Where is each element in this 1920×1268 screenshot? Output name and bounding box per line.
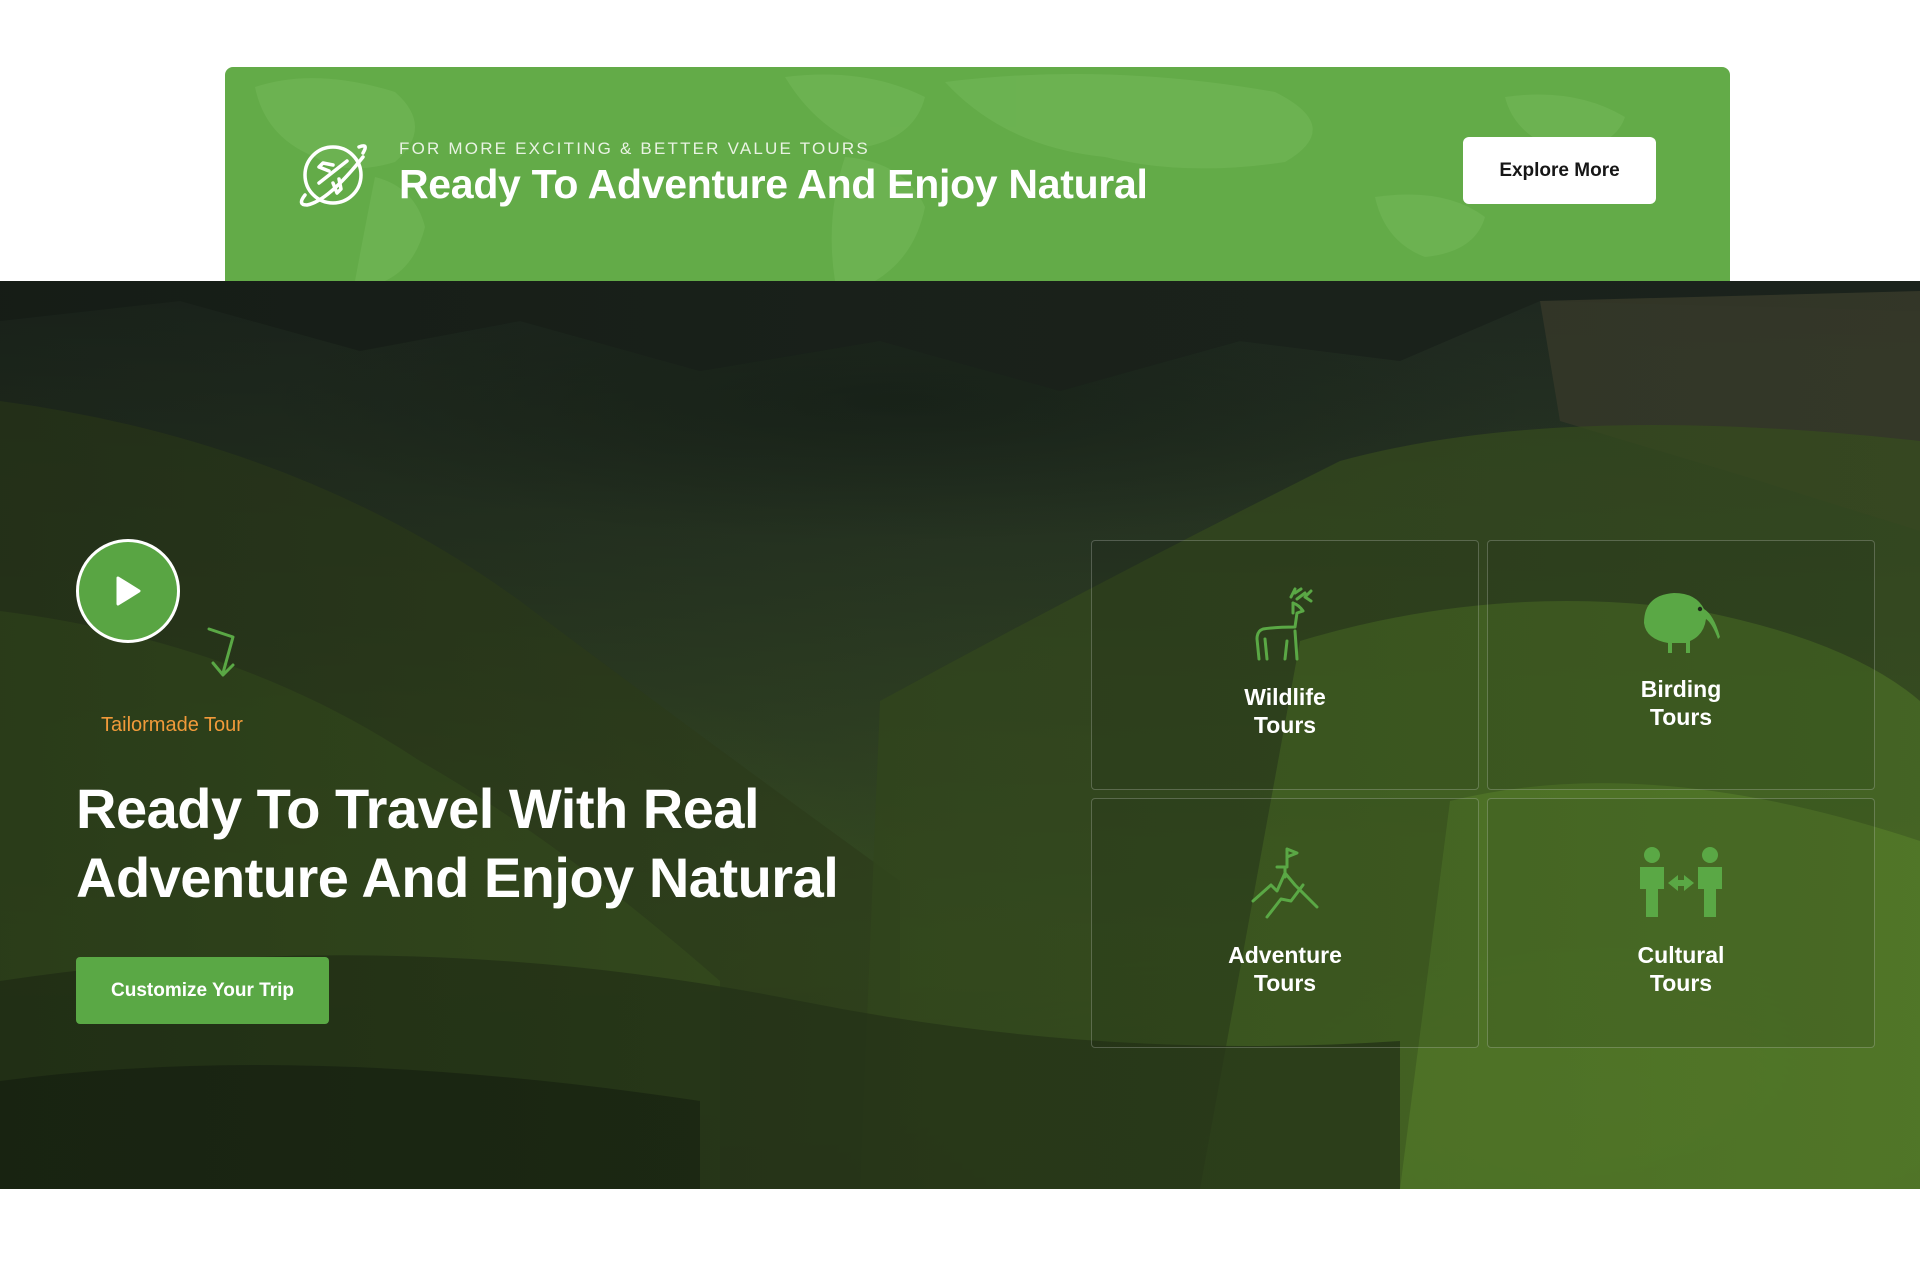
tour-label-line-2: Tours xyxy=(1649,704,1713,730)
tour-card-label: Wildlife Tours xyxy=(1092,683,1478,739)
deer-icon xyxy=(1255,587,1313,661)
kiwi-bird-icon xyxy=(1644,593,1720,653)
tour-card-cultural[interactable]: Cultural Tours xyxy=(1487,798,1875,1048)
tailormade-tour-label: Tailormade Tour xyxy=(101,714,243,736)
tour-label-line-2: Tours xyxy=(1649,970,1713,996)
customize-trip-button[interactable]: Customize Your Trip xyxy=(76,957,329,1024)
promo-banner: FOR MORE EXCITING & BETTER VALUE TOURS R… xyxy=(225,67,1730,281)
tour-card-birding[interactable]: Birding Tours xyxy=(1487,540,1875,790)
tour-card-label: Cultural Tours xyxy=(1488,941,1874,997)
tour-label-line-2: Tours xyxy=(1253,970,1317,996)
tour-label-line-1: Cultural xyxy=(1637,942,1725,968)
hero-title-line-1: Ready To Travel With Real xyxy=(76,777,760,840)
hero-title: Ready To Travel With Real Adventure And … xyxy=(76,774,876,912)
people-exchange-icon xyxy=(1640,847,1722,917)
play-icon xyxy=(116,576,141,606)
banner-title: Ready To Adventure And Enjoy Natural xyxy=(399,161,1148,207)
banner-kicker: FOR MORE EXCITING & BETTER VALUE TOURS xyxy=(399,139,870,158)
plane-globe-icon xyxy=(299,144,367,207)
tour-card-wildlife[interactable]: Wildlife Tours xyxy=(1091,540,1479,790)
tour-label-line-1: Adventure xyxy=(1228,942,1342,968)
tour-card-adventure[interactable]: Adventure Tours xyxy=(1091,798,1479,1048)
mountain-climbing-icon xyxy=(1251,847,1319,919)
tour-label-line-1: Birding xyxy=(1640,676,1722,702)
hero-title-line-2: Adventure And Enjoy Natural xyxy=(76,846,839,909)
tour-label-line-2: Tours xyxy=(1253,712,1317,738)
play-video-button[interactable] xyxy=(76,539,180,643)
tour-card-label: Adventure Tours xyxy=(1092,941,1478,997)
tour-card-label: Birding Tours xyxy=(1488,675,1874,731)
explore-more-button[interactable]: Explore More xyxy=(1463,137,1656,204)
tour-label-line-1: Wildlife xyxy=(1244,684,1326,710)
curved-arrow-icon xyxy=(207,627,235,677)
